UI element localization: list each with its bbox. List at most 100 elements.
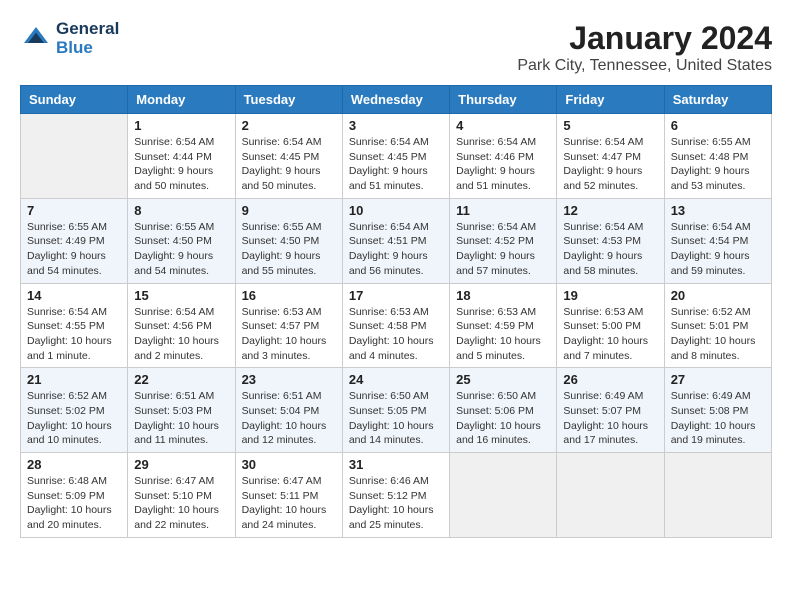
- logo: General Blue: [20, 20, 119, 57]
- calendar-cell: 29 Sunrise: 6:47 AM Sunset: 5:10 PM Dayli…: [128, 453, 235, 538]
- month-title: January 2024: [517, 20, 772, 57]
- day-info: Sunrise: 6:54 AM Sunset: 4:46 PM Dayligh…: [456, 135, 550, 194]
- day-number: 5: [563, 118, 657, 133]
- day-number: 9: [242, 203, 336, 218]
- day-info: Sunrise: 6:52 AM Sunset: 5:01 PM Dayligh…: [671, 305, 765, 364]
- day-info: Sunrise: 6:51 AM Sunset: 5:04 PM Dayligh…: [242, 389, 336, 448]
- calendar-cell: 30 Sunrise: 6:47 AM Sunset: 5:11 PM Dayli…: [235, 453, 342, 538]
- title-block: January 2024 Park City, Tennessee, Unite…: [517, 20, 772, 75]
- day-info: Sunrise: 6:53 AM Sunset: 5:00 PM Dayligh…: [563, 305, 657, 364]
- day-number: 14: [27, 288, 121, 303]
- logo-text: General Blue: [56, 20, 119, 57]
- day-number: 31: [349, 457, 443, 472]
- calendar-cell: 3 Sunrise: 6:54 AM Sunset: 4:45 PM Daylig…: [342, 114, 449, 199]
- day-info: Sunrise: 6:50 AM Sunset: 5:06 PM Dayligh…: [456, 389, 550, 448]
- day-info: Sunrise: 6:54 AM Sunset: 4:45 PM Dayligh…: [242, 135, 336, 194]
- day-number: 25: [456, 372, 550, 387]
- calendar-cell: 6Sunrise: 6:55 AM Sunset: 4:48 PM Daylig…: [664, 114, 771, 199]
- day-info: Sunrise: 6:54 AM Sunset: 4:55 PM Dayligh…: [27, 305, 121, 364]
- day-info: Sunrise: 6:48 AM Sunset: 5:09 PM Dayligh…: [27, 474, 121, 533]
- day-header-friday: Friday: [557, 86, 664, 114]
- calendar-cell: 12 Sunrise: 6:54 AM Sunset: 4:53 PM Dayli…: [557, 198, 664, 283]
- day-info: Sunrise: 6:51 AM Sunset: 5:03 PM Dayligh…: [134, 389, 228, 448]
- day-number: 21: [27, 372, 121, 387]
- day-info: Sunrise: 6:50 AM Sunset: 5:05 PM Dayligh…: [349, 389, 443, 448]
- calendar-cell: 15 Sunrise: 6:54 AM Sunset: 4:56 PM Dayli…: [128, 283, 235, 368]
- day-number: 28: [27, 457, 121, 472]
- day-info: Sunrise: 6:54 AM Sunset: 4:51 PM Dayligh…: [349, 220, 443, 279]
- day-number: 2: [242, 118, 336, 133]
- day-number: 15: [134, 288, 228, 303]
- calendar-cell: [557, 453, 664, 538]
- page-header: General Blue January 2024 Park City, Ten…: [20, 20, 772, 75]
- days-header-row: SundayMondayTuesdayWednesdayThursdayFrid…: [21, 86, 772, 114]
- day-number: 1: [134, 118, 228, 133]
- day-header-sunday: Sunday: [21, 86, 128, 114]
- calendar-cell: 28 Sunrise: 6:48 AM Sunset: 5:09 PM Dayli…: [21, 453, 128, 538]
- day-header-wednesday: Wednesday: [342, 86, 449, 114]
- day-number: 10: [349, 203, 443, 218]
- calendar-cell: [450, 453, 557, 538]
- day-info: Sunrise: 6:47 AM Sunset: 5:11 PM Dayligh…: [242, 474, 336, 533]
- day-number: 7: [27, 203, 121, 218]
- day-number: 24: [349, 372, 443, 387]
- calendar-cell: 8Sunrise: 6:55 AM Sunset: 4:50 PM Daylig…: [128, 198, 235, 283]
- calendar-cell: 17Sunrise: 6:53 AM Sunset: 4:58 PM Dayli…: [342, 283, 449, 368]
- day-number: 26: [563, 372, 657, 387]
- calendar-cell: 2 Sunrise: 6:54 AM Sunset: 4:45 PM Daylig…: [235, 114, 342, 199]
- calendar-cell: 7 Sunrise: 6:55 AM Sunset: 4:49 PM Daylig…: [21, 198, 128, 283]
- calendar-cell: 25 Sunrise: 6:50 AM Sunset: 5:06 PM Dayli…: [450, 368, 557, 453]
- calendar-cell: 11 Sunrise: 6:54 AM Sunset: 4:52 PM Dayli…: [450, 198, 557, 283]
- day-info: Sunrise: 6:55 AM Sunset: 4:50 PM Dayligh…: [242, 220, 336, 279]
- calendar-table: SundayMondayTuesdayWednesdayThursdayFrid…: [20, 85, 772, 538]
- calendar-cell: 22 Sunrise: 6:51 AM Sunset: 5:03 PM Dayli…: [128, 368, 235, 453]
- calendar-cell: 19Sunrise: 6:53 AM Sunset: 5:00 PM Dayli…: [557, 283, 664, 368]
- calendar-cell: 24 Sunrise: 6:50 AM Sunset: 5:05 PM Dayli…: [342, 368, 449, 453]
- day-info: Sunrise: 6:47 AM Sunset: 5:10 PM Dayligh…: [134, 474, 228, 533]
- day-info: Sunrise: 6:52 AM Sunset: 5:02 PM Dayligh…: [27, 389, 121, 448]
- day-info: Sunrise: 6:55 AM Sunset: 4:48 PM Dayligh…: [671, 135, 765, 194]
- calendar-cell: 1 Sunrise: 6:54 AM Sunset: 4:44 PM Daylig…: [128, 114, 235, 199]
- calendar-week-5: 28 Sunrise: 6:48 AM Sunset: 5:09 PM Dayli…: [21, 453, 772, 538]
- logo-icon: [20, 23, 52, 55]
- calendar-cell: [664, 453, 771, 538]
- day-number: 4: [456, 118, 550, 133]
- day-number: 27: [671, 372, 765, 387]
- calendar-cell: 20 Sunrise: 6:52 AM Sunset: 5:01 PM Dayli…: [664, 283, 771, 368]
- calendar-week-3: 14 Sunrise: 6:54 AM Sunset: 4:55 PM Dayli…: [21, 283, 772, 368]
- day-number: 29: [134, 457, 228, 472]
- day-number: 11: [456, 203, 550, 218]
- day-info: Sunrise: 6:46 AM Sunset: 5:12 PM Dayligh…: [349, 474, 443, 533]
- day-info: Sunrise: 6:54 AM Sunset: 4:53 PM Dayligh…: [563, 220, 657, 279]
- calendar-cell: 31 Sunrise: 6:46 AM Sunset: 5:12 PM Dayli…: [342, 453, 449, 538]
- day-info: Sunrise: 6:54 AM Sunset: 4:52 PM Dayligh…: [456, 220, 550, 279]
- day-info: Sunrise: 6:54 AM Sunset: 4:45 PM Dayligh…: [349, 135, 443, 194]
- calendar-cell: 4 Sunrise: 6:54 AM Sunset: 4:46 PM Daylig…: [450, 114, 557, 199]
- day-info: Sunrise: 6:54 AM Sunset: 4:44 PM Dayligh…: [134, 135, 228, 194]
- day-header-thursday: Thursday: [450, 86, 557, 114]
- calendar-cell: 5Sunrise: 6:54 AM Sunset: 4:47 PM Daylig…: [557, 114, 664, 199]
- calendar-cell: 13Sunrise: 6:54 AM Sunset: 4:54 PM Dayli…: [664, 198, 771, 283]
- day-header-tuesday: Tuesday: [235, 86, 342, 114]
- calendar-header: SundayMondayTuesdayWednesdayThursdayFrid…: [21, 86, 772, 114]
- day-info: Sunrise: 6:53 AM Sunset: 4:57 PM Dayligh…: [242, 305, 336, 364]
- calendar-week-1: 1 Sunrise: 6:54 AM Sunset: 4:44 PM Daylig…: [21, 114, 772, 199]
- location-subtitle: Park City, Tennessee, United States: [517, 57, 772, 75]
- day-number: 18: [456, 288, 550, 303]
- day-number: 22: [134, 372, 228, 387]
- day-number: 30: [242, 457, 336, 472]
- day-number: 12: [563, 203, 657, 218]
- day-number: 23: [242, 372, 336, 387]
- day-number: 13: [671, 203, 765, 218]
- day-number: 8: [134, 203, 228, 218]
- day-info: Sunrise: 6:49 AM Sunset: 5:08 PM Dayligh…: [671, 389, 765, 448]
- day-number: 3: [349, 118, 443, 133]
- calendar-cell: 26Sunrise: 6:49 AM Sunset: 5:07 PM Dayli…: [557, 368, 664, 453]
- calendar-cell: 21 Sunrise: 6:52 AM Sunset: 5:02 PM Dayli…: [21, 368, 128, 453]
- calendar-cell: 18Sunrise: 6:53 AM Sunset: 4:59 PM Dayli…: [450, 283, 557, 368]
- day-number: 20: [671, 288, 765, 303]
- day-info: Sunrise: 6:55 AM Sunset: 4:49 PM Dayligh…: [27, 220, 121, 279]
- day-info: Sunrise: 6:54 AM Sunset: 4:56 PM Dayligh…: [134, 305, 228, 364]
- calendar-cell: 23 Sunrise: 6:51 AM Sunset: 5:04 PM Dayli…: [235, 368, 342, 453]
- day-header-saturday: Saturday: [664, 86, 771, 114]
